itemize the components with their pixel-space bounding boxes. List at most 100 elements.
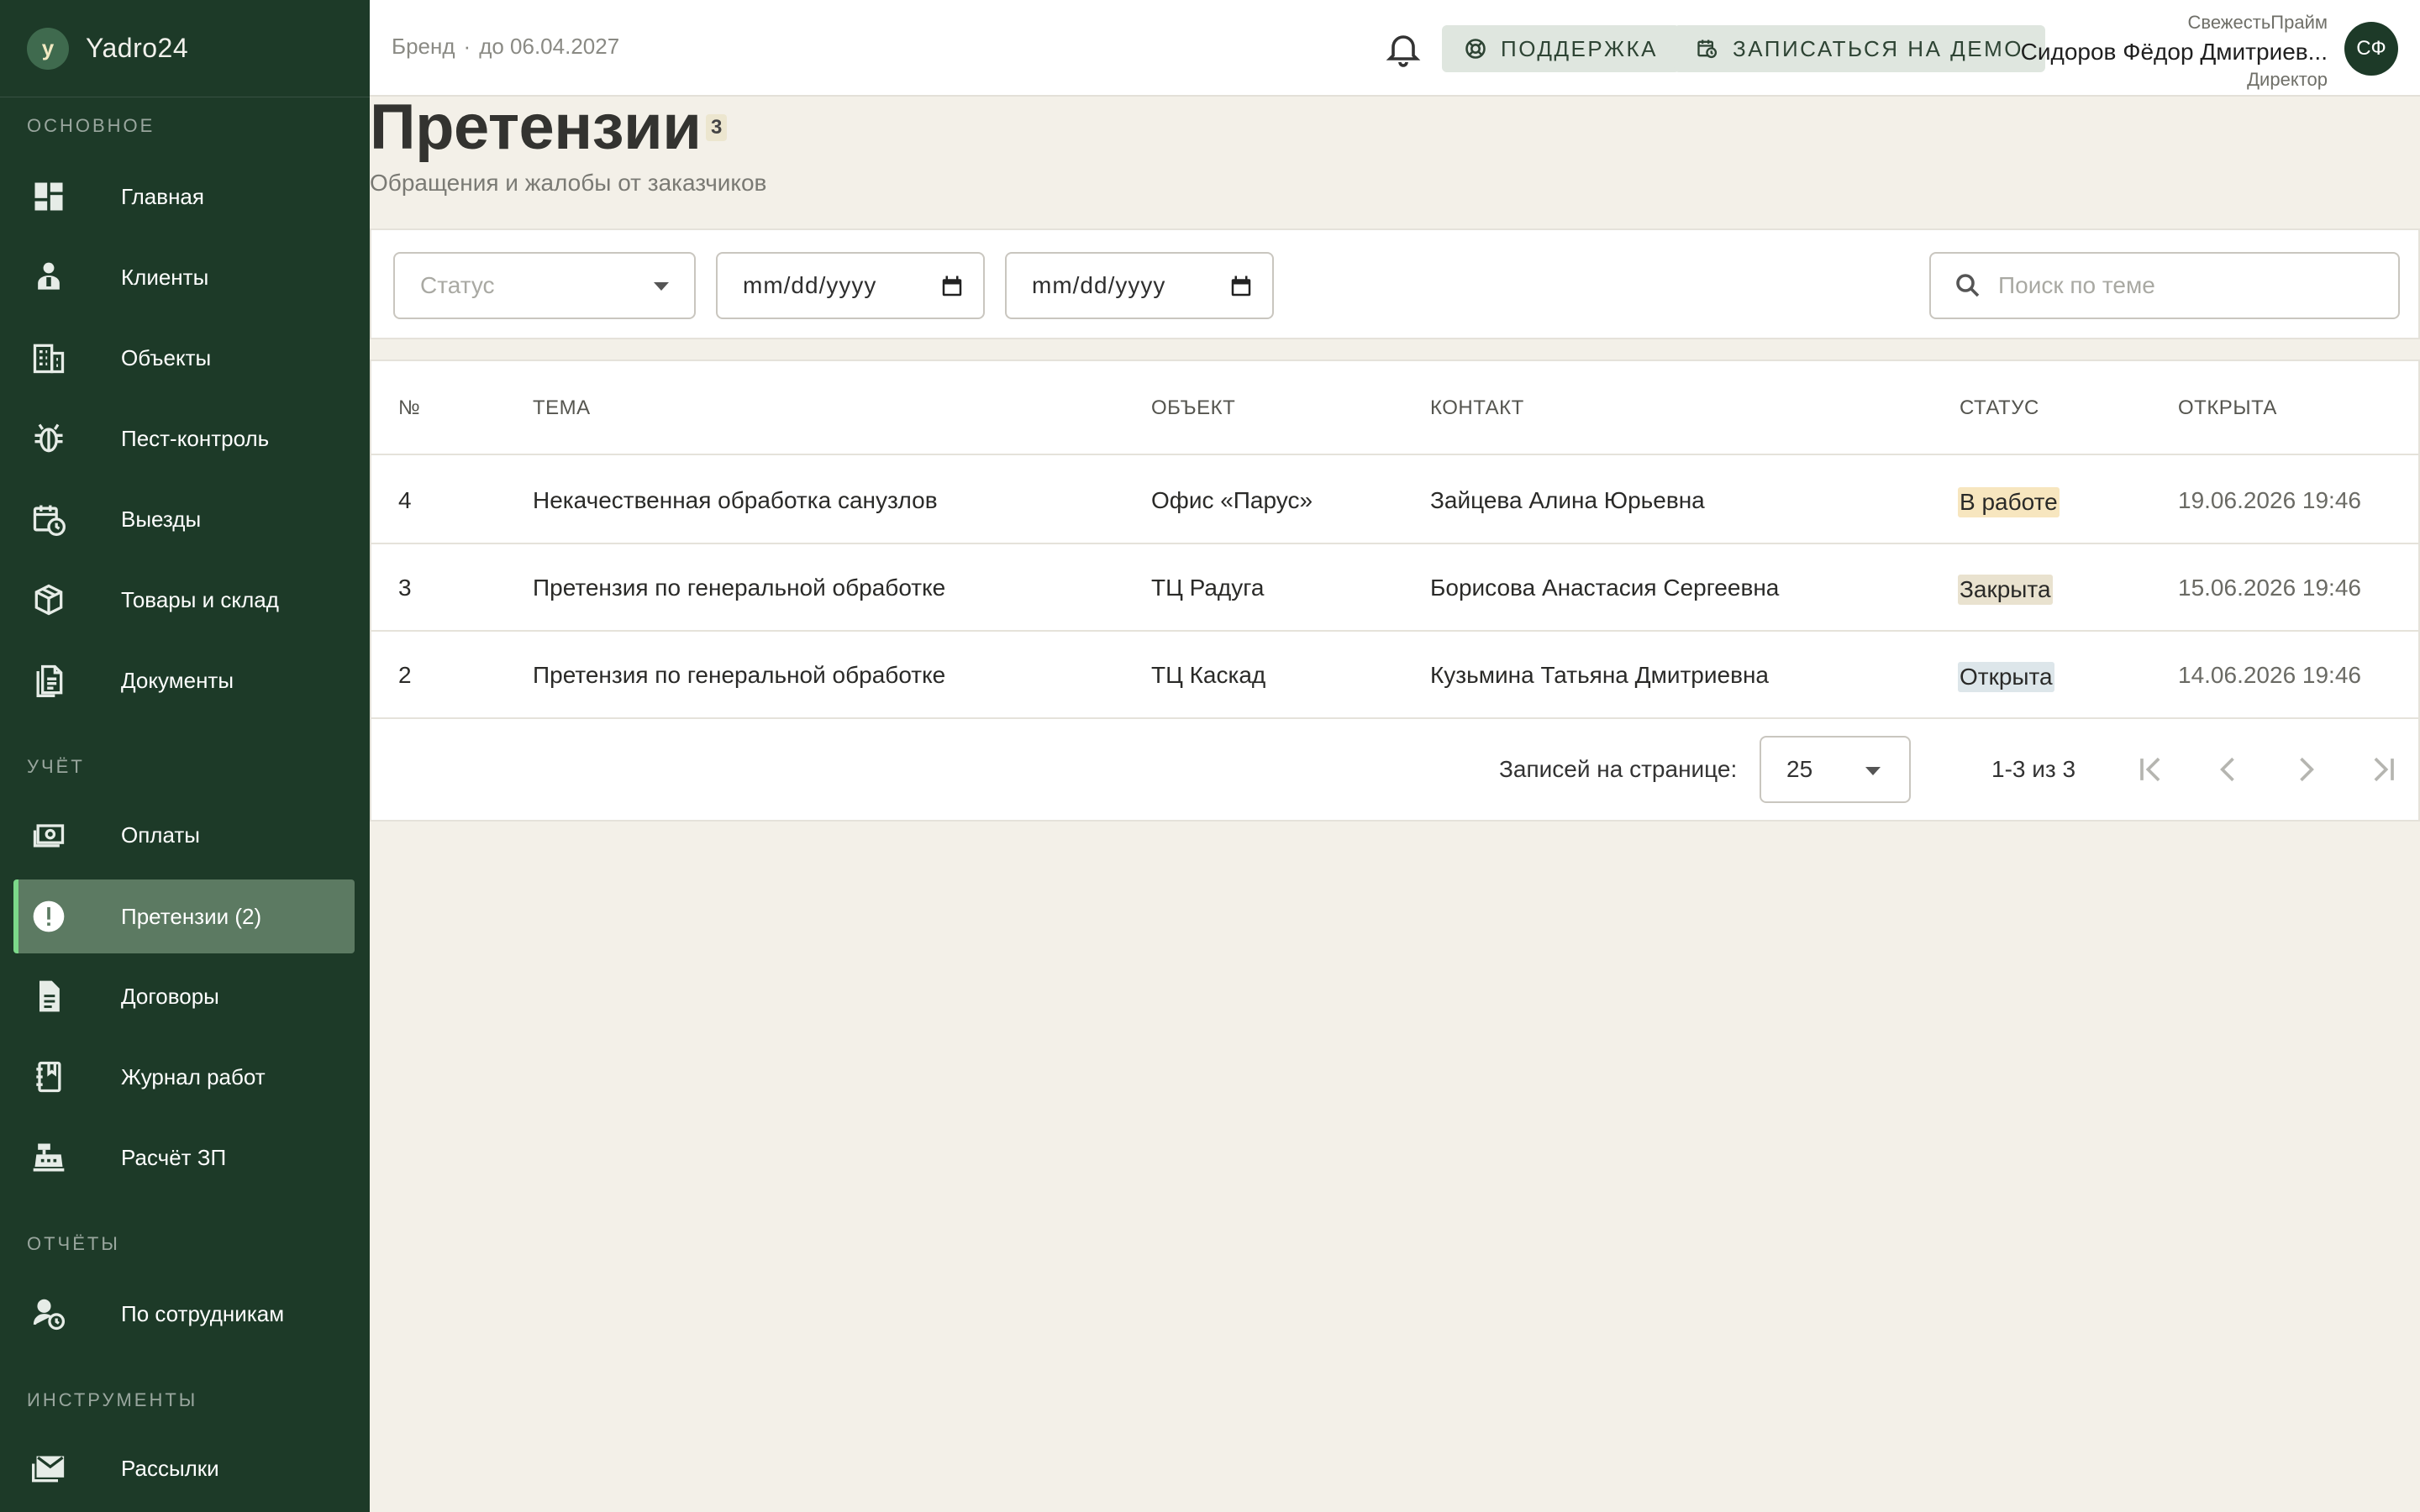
column-header-number[interactable]: № — [398, 396, 420, 420]
column-header-status[interactable]: СТАТУС — [1960, 396, 2039, 420]
first-page-button[interactable] — [2133, 751, 2170, 788]
sidebar-item-work-journal[interactable]: Журнал работ — [13, 1040, 355, 1114]
calendar-icon[interactable] — [939, 274, 965, 299]
table-row[interactable]: 4 Некачественная обработка санузлов Офис… — [371, 457, 2418, 544]
last-page-icon — [2374, 757, 2394, 782]
cell-topic: Претензия по генеральной обработке — [533, 575, 946, 601]
table-row[interactable]: 3 Претензия по генеральной обработке ТЦ … — [371, 544, 2418, 632]
date-to-value: mm/dd/yyyy — [1032, 272, 1166, 298]
book-demo-label: ЗАПИСАТЬСЯ НА ДЕМО — [1733, 35, 2023, 61]
section-title-accounting: УЧЁТ — [27, 756, 85, 777]
sidebar-item-label: Пест-контроль — [121, 425, 270, 451]
user-name: Сидоров Фёдор Дмитриев... — [2020, 39, 2328, 65]
sidebar-item-label: Клиенты — [121, 264, 209, 290]
sidebar-item-visits[interactable]: Выезды — [13, 482, 355, 556]
journal-icon — [29, 1057, 69, 1097]
date-from-value: mm/dd/yyyy — [743, 272, 877, 298]
page-title: Претензии — [370, 92, 702, 163]
contract-icon — [29, 976, 69, 1016]
building-icon — [29, 338, 69, 378]
sidebar-item-claims[interactable]: Претензии (2) — [13, 879, 355, 953]
sidebar-item-payments[interactable]: Оплаты — [13, 798, 355, 872]
cell-number: 2 — [398, 662, 412, 688]
status-placeholder: Статус — [420, 272, 495, 298]
page-range: 1-3 из 3 — [1991, 756, 2076, 782]
section-title-main: ОСНОВНОЕ — [27, 115, 155, 136]
support-button[interactable]: ПОДДЕРЖКА — [1442, 25, 1680, 72]
cell-opened: 15.06.2026 19:46 — [2178, 575, 2361, 601]
sidebar-item-salary[interactable]: Расчёт ЗП — [13, 1121, 355, 1194]
search-placeholder: Поиск по теме — [1998, 272, 2155, 298]
brand[interactable]: y Yadro24 — [0, 0, 370, 97]
sidebar-item-documents[interactable]: Документы — [13, 643, 355, 717]
dashboard-icon — [29, 176, 69, 217]
sidebar-item-label: Товары и склад — [121, 586, 279, 612]
next-page-button[interactable] — [2287, 751, 2324, 788]
chevron-down-icon — [654, 282, 669, 291]
sidebar-item-contracts[interactable]: Договоры — [13, 959, 355, 1033]
cell-contact: Борисова Анастасия Сергеевна — [1430, 575, 1780, 601]
support-label: ПОДДЕРЖКА — [1501, 35, 1658, 61]
sidebar-item-goods[interactable]: Товары и склад — [13, 563, 355, 637]
user-clock-icon — [29, 1294, 69, 1334]
sidebar-item-label: Объекты — [121, 344, 212, 370]
lifebuoy-icon — [1465, 39, 1486, 59]
table-row[interactable]: 2 Претензия по генеральной обработке ТЦ … — [371, 632, 2418, 719]
status-select[interactable]: Статус — [393, 252, 696, 319]
filters-bar: Статус mm/dd/yyyy mm/dd/yyyy Поиск по те… — [370, 228, 2420, 339]
column-header-contact[interactable]: КОНТАКТ — [1430, 396, 1524, 420]
notifications-bell-icon[interactable] — [1383, 29, 1423, 69]
license-info: Бренд · до 06.04.2027 — [392, 34, 619, 60]
sidebar-item-objects[interactable]: Объекты — [13, 321, 355, 395]
rows-per-page-select[interactable]: 25 — [1760, 736, 1911, 803]
user-company: СвежестьПрайм — [2187, 12, 2328, 33]
search-input[interactable]: Поиск по теме — [1929, 252, 2400, 319]
pagination: Записей на странице: 25 1-3 из 3 — [371, 717, 2418, 822]
documents-icon — [29, 660, 69, 701]
sidebar-item-home[interactable]: Главная — [13, 160, 355, 234]
prev-page-button[interactable] — [2210, 751, 2247, 788]
cell-number: 4 — [398, 487, 412, 513]
cell-opened: 19.06.2026 19:46 — [2178, 487, 2361, 513]
column-header-opened[interactable]: ОТКРЫТА — [2178, 396, 2277, 420]
sidebar-item-label: Документы — [121, 667, 234, 693]
box-icon — [29, 580, 69, 620]
sidebar-item-clients[interactable]: Клиенты — [13, 240, 355, 314]
sidebar-item-label: Претензии (2) — [121, 903, 262, 929]
user-role: Директор — [2247, 69, 2328, 90]
table-header: № ТЕМА ОБЪЕКТ КОНТАКТ СТАТУС ОТКРЫТА — [371, 361, 2418, 455]
first-page-icon — [2140, 757, 2160, 782]
calendar-icon[interactable] — [1228, 274, 1254, 299]
mail-icon — [29, 1448, 69, 1488]
cell-topic: Претензия по генеральной обработке — [533, 662, 946, 688]
sidebar-item-mailings[interactable]: Рассылки — [13, 1431, 355, 1505]
avatar[interactable]: СФ — [2344, 22, 2398, 76]
sidebar-item-by-employees[interactable]: По сотрудникам — [13, 1277, 355, 1351]
cell-topic: Некачественная обработка санузлов — [533, 487, 938, 513]
chevron-down-icon — [1865, 767, 1881, 775]
user-info[interactable]: СвежестьПрайм Сидоров Фёдор Дмитриев... … — [2021, 12, 2328, 91]
date-from-input[interactable]: mm/dd/yyyy — [716, 252, 985, 319]
rows-per-page-label: Записей на странице: — [1499, 756, 1738, 782]
cell-object: Офис «Парус» — [1151, 487, 1313, 513]
brand-label: Бренд — [392, 34, 455, 59]
cell-opened: 14.06.2026 19:46 — [2178, 662, 2361, 688]
status-badge: Закрыта — [1958, 575, 2053, 605]
sidebar-item-pest-control[interactable]: Пест-контроль — [13, 402, 355, 475]
chevron-left-icon — [2220, 757, 2234, 782]
last-page-button[interactable] — [2365, 751, 2402, 788]
sidebar-item-label: По сотрудникам — [121, 1300, 285, 1326]
column-header-object[interactable]: ОБЪЕКТ — [1151, 396, 1235, 420]
payments-icon — [29, 815, 69, 855]
cell-number: 3 — [398, 575, 412, 601]
separator: · — [463, 34, 471, 59]
column-header-topic[interactable]: ТЕМА — [533, 396, 591, 420]
cell-contact: Зайцева Алина Юрьевна — [1430, 487, 1705, 513]
status-badge: В работе — [1958, 487, 2060, 517]
search-icon — [1956, 274, 1980, 297]
claims-count-badge: 3 — [706, 114, 728, 141]
book-demo-button[interactable]: ЗАПИСАТЬСЯ НА ДЕМО — [1674, 25, 2045, 72]
top-header: Бренд · до 06.04.2027 ПОДДЕРЖКА ЗАПИСАТЬСЯ… — [370, 0, 2420, 97]
sidebar: y Yadro24 ОСНОВНОЕ Главная Клиенты Объек… — [0, 0, 370, 1512]
date-to-input[interactable]: mm/dd/yyyy — [1005, 252, 1274, 319]
